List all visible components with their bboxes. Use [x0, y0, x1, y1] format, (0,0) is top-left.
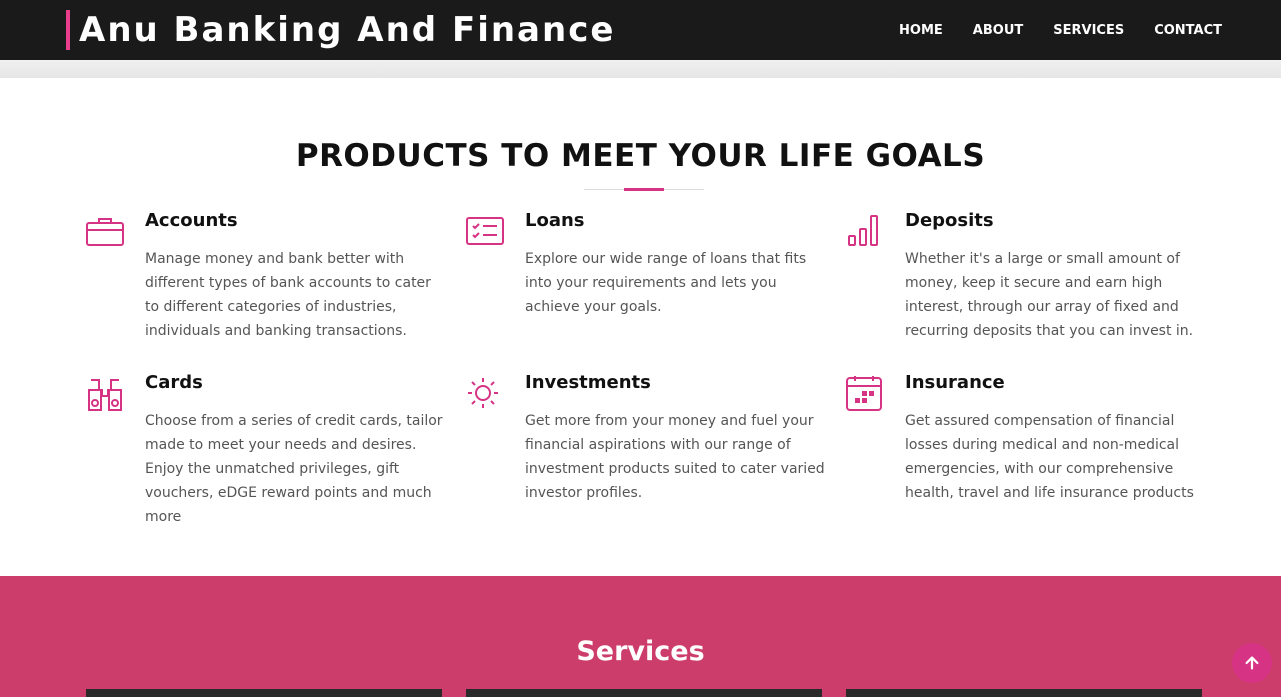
- hero-image-strip: [0, 60, 1281, 78]
- product-title: Cards: [145, 372, 203, 393]
- nav-about[interactable]: ABOUT: [973, 23, 1023, 38]
- nav-contact[interactable]: CONTACT: [1154, 23, 1222, 38]
- section-title: PRODUCTS TO MEET YOUR LIFE GOALS: [295, 138, 986, 174]
- product-description: Manage money and bank better with differ…: [145, 251, 431, 339]
- service-card[interactable]: [86, 689, 442, 697]
- bar-chart-icon: [845, 214, 885, 254]
- navbar: Anu Banking And Finance HOME ABOUT SERVI…: [0, 0, 1281, 60]
- product-title: Investments: [525, 372, 651, 393]
- brand-logo[interactable]: Anu Banking And Finance: [79, 10, 615, 50]
- service-card[interactable]: [846, 689, 1202, 697]
- nav-services[interactable]: SERVICES: [1053, 23, 1124, 38]
- brand-accent-bar: [66, 10, 70, 50]
- service-card[interactable]: [466, 689, 822, 697]
- briefcase-icon: [85, 214, 125, 254]
- checklist-icon: [465, 214, 505, 254]
- product-title: Loans: [525, 210, 585, 231]
- arrow-up-icon: [1245, 656, 1259, 670]
- product-title: Deposits: [905, 210, 994, 231]
- product-description: Get more from your money and fuel your f…: [525, 413, 825, 501]
- binoculars-icon: [85, 376, 125, 416]
- back-to-top-button[interactable]: [1232, 643, 1272, 683]
- nav-home[interactable]: HOME: [899, 23, 943, 38]
- title-divider-accent: [624, 188, 664, 191]
- product-description: Whether it's a large or small amount of …: [905, 251, 1194, 339]
- product-title: Insurance: [905, 372, 1005, 393]
- product-title: Accounts: [145, 210, 238, 231]
- product-description: Explore our wide range of loans that fit…: [525, 251, 807, 315]
- main-nav: HOME ABOUT SERVICES CONTACT: [899, 0, 1222, 60]
- services-section: Services: [0, 576, 1281, 697]
- product-description: Get assured compensation of financial lo…: [905, 413, 1194, 501]
- calendar-icon: [845, 376, 885, 416]
- services-title: Services: [576, 636, 705, 667]
- sun-icon: [465, 376, 505, 416]
- product-description: Choose from a series of credit cards, ta…: [145, 413, 443, 525]
